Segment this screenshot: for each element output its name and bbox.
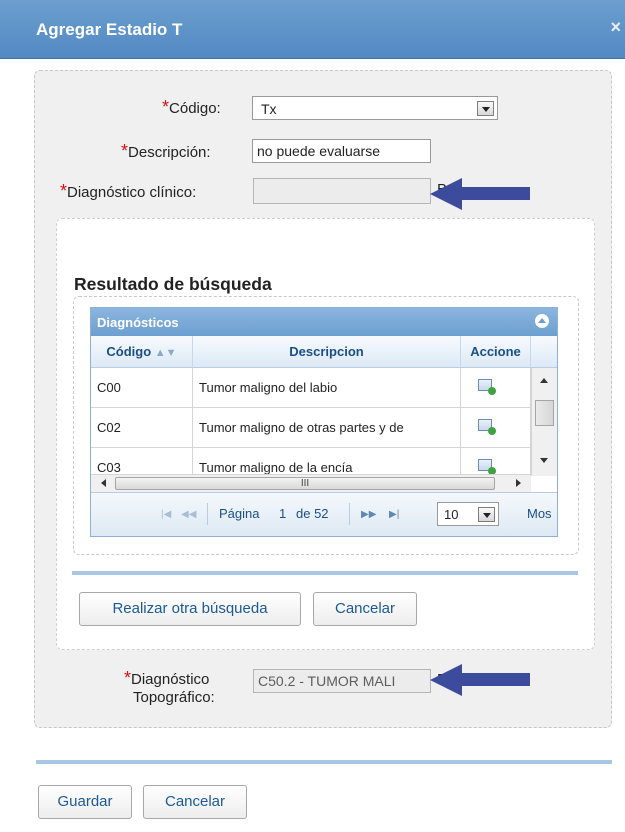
footer-separator — [36, 760, 612, 764]
codigo-label: Código: — [169, 100, 221, 117]
add-icon[interactable] — [478, 459, 496, 475]
prev-page-icon[interactable]: ◀◀ — [181, 509, 196, 520]
cell-code: C02 — [91, 408, 193, 448]
diag-clinico-label-wrap: *Diagnóstico clínico: — [60, 181, 196, 202]
pager-separator — [207, 503, 208, 525]
codigo-value: Tx — [261, 101, 277, 117]
page-count: de 52 — [296, 506, 329, 521]
cell-action — [461, 408, 531, 448]
save-button[interactable]: Guardar — [38, 785, 132, 819]
last-page-icon[interactable]: ▶| — [389, 509, 399, 520]
pager-separator — [349, 503, 350, 525]
scroll-right-icon[interactable] — [516, 479, 521, 487]
column-header-codigo[interactable]: Código ▲▼ — [91, 336, 193, 368]
chevron-down-icon[interactable] — [477, 101, 494, 116]
page-label: Página — [219, 506, 260, 521]
scroll-thumb-horizontal[interactable]: III — [115, 477, 495, 490]
grid-caption: Diagnósticos — [91, 308, 557, 336]
collapse-icon[interactable] — [535, 314, 549, 328]
column-header-codigo-label: Código — [106, 344, 152, 359]
scroll-thumb[interactable] — [535, 400, 554, 426]
search-results-title: Resultado de búsqueda — [74, 273, 272, 294]
column-header-acciones[interactable]: Accione — [461, 336, 531, 368]
codigo-select[interactable]: Tx — [252, 96, 498, 120]
search-separator — [72, 571, 578, 575]
show-label: Mos — [527, 506, 552, 521]
diagnosticos-grid: Diagnósticos Código ▲▼ Descripcion Accio… — [90, 307, 558, 537]
arrow-left-icon — [430, 664, 530, 696]
required-mark: * — [60, 181, 68, 201]
page-size-value: 10 — [444, 507, 459, 522]
cell-action — [461, 368, 531, 408]
scroll-left-icon[interactable] — [101, 479, 106, 487]
dialog-title: Agregar Estadio T — [36, 20, 183, 39]
grid-caption-text: Diagnósticos — [97, 315, 179, 330]
current-page[interactable]: 1 — [279, 506, 286, 521]
required-mark: * — [121, 141, 129, 161]
first-page-icon[interactable]: |◀ — [161, 509, 171, 520]
diag-topo-label-wrap: *Diagnóstico — [124, 668, 209, 689]
cell-code: C00 — [91, 368, 193, 408]
scroll-down-icon[interactable] — [540, 458, 548, 463]
scroll-up-icon[interactable] — [540, 378, 548, 383]
descripcion-label-wrap: *Descripción: — [121, 141, 211, 162]
chevron-down-icon[interactable] — [478, 507, 495, 522]
diag-topo-label-line1: Diagnóstico — [131, 671, 210, 688]
descripcion-input[interactable]: no puede evaluarse — [252, 139, 431, 163]
table-row[interactable]: C00 Tumor maligno del labio — [91, 368, 531, 408]
dialog-titlebar: Agregar Estadio T × — [0, 0, 625, 59]
page-size-select[interactable]: 10 — [437, 502, 499, 526]
required-mark: * — [162, 97, 170, 117]
table-row[interactable]: C02 Tumor maligno de otras partes y de — [91, 408, 531, 448]
horizontal-scrollbar[interactable]: III — [91, 474, 531, 492]
column-header-descripcion[interactable]: Descripcion — [193, 336, 461, 368]
diag-topo-label-line2: Topográfico: — [133, 689, 215, 706]
next-page-icon[interactable]: ▶▶ — [361, 509, 376, 520]
descripcion-label: Descripción: — [128, 144, 211, 161]
other-search-button[interactable]: Realizar otra búsqueda — [79, 592, 301, 626]
codigo-label-wrap: *Código: — [162, 97, 221, 118]
cell-description: Tumor maligno de otras partes y de — [193, 408, 461, 448]
diag-clinico-input[interactable] — [253, 178, 431, 204]
required-mark: * — [124, 668, 132, 688]
cell-description: Tumor maligno del labio — [193, 368, 461, 408]
pager: |◀ ◀◀ Página 1 de 52 ▶▶ ▶| 10 Mos — [91, 492, 557, 536]
close-icon[interactable]: × — [610, 17, 621, 38]
add-icon[interactable] — [478, 419, 496, 435]
arrow-left-icon — [430, 178, 530, 210]
column-header-spacer — [531, 336, 557, 368]
diag-clinico-label: Diagnóstico clínico: — [67, 184, 197, 201]
add-icon[interactable] — [478, 379, 496, 395]
cancel-button[interactable]: Cancelar — [143, 785, 247, 819]
search-cancel-button[interactable]: Cancelar — [313, 592, 417, 626]
vertical-scrollbar[interactable] — [531, 368, 557, 476]
sort-icon[interactable]: ▲▼ — [155, 347, 177, 359]
diag-topo-input[interactable]: C50.2 - TUMOR MALI — [253, 669, 431, 693]
